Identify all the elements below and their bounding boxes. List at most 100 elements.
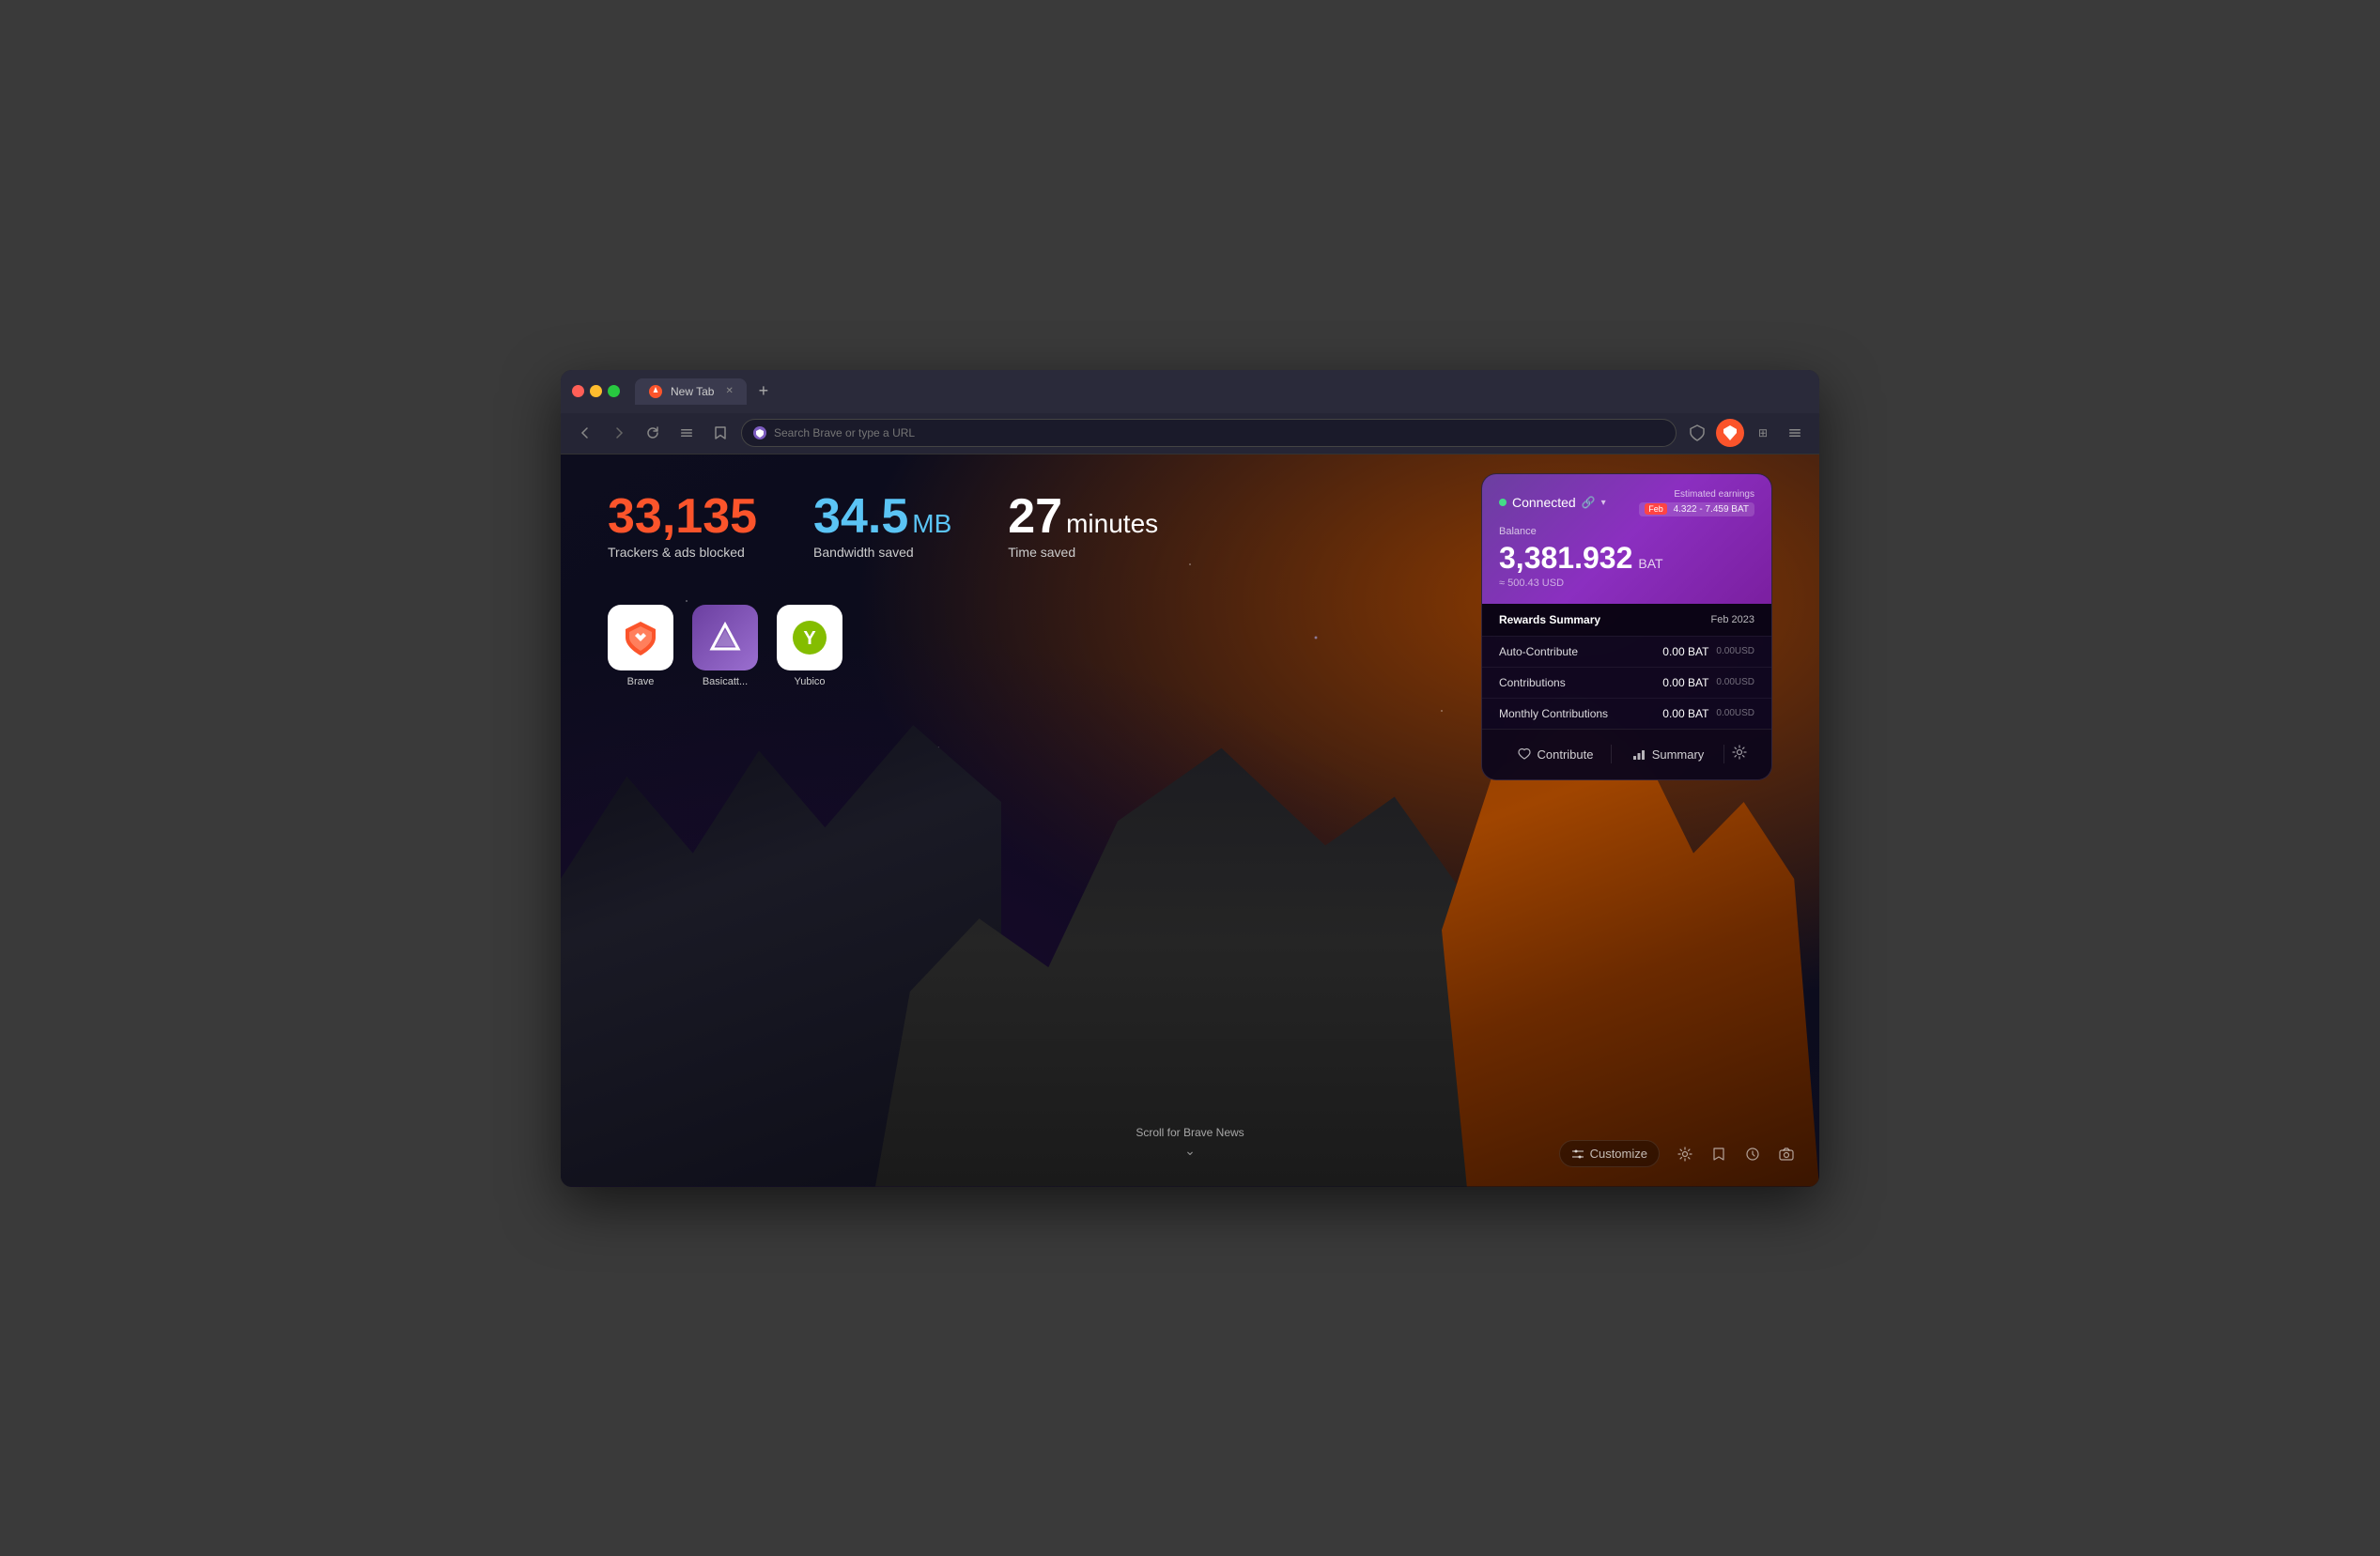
- balance-number: 3,381.932: [1499, 541, 1632, 576]
- basicatt-shortcut-icon: [692, 605, 758, 670]
- rewards-header: Connected 🔗 ▾ Estimated earnings Feb 4.3…: [1482, 474, 1771, 604]
- scroll-text: Scroll for Brave News: [1136, 1126, 1244, 1139]
- monthly-bat: 0.00 BAT: [1662, 707, 1708, 720]
- summary-title: Rewards Summary: [1499, 613, 1600, 626]
- heart-icon: [1517, 747, 1532, 762]
- minimize-button[interactable]: [590, 385, 602, 397]
- connected-dot: [1499, 499, 1507, 506]
- balance-label: Balance: [1499, 526, 1754, 537]
- menu-icon[interactable]: [1782, 420, 1808, 446]
- settings-button[interactable]: [1724, 741, 1754, 768]
- trackers-stat: 33,135 Trackers & ads blocked: [608, 492, 757, 560]
- auto-contribute-usd: 0.00USD: [1716, 646, 1754, 656]
- customize-label: Customize: [1590, 1147, 1647, 1161]
- trackers-number: 33,135: [608, 492, 757, 541]
- forward-button[interactable]: [606, 420, 632, 446]
- rewards-top-row: Connected 🔗 ▾ Estimated earnings Feb 4.3…: [1499, 489, 1754, 516]
- summary-button[interactable]: Summary: [1612, 743, 1723, 765]
- rewards-actions: Contribute Summary: [1482, 729, 1771, 779]
- time-label: Time saved: [1008, 545, 1158, 560]
- brave-shortcut-icon: [608, 605, 673, 670]
- bookmark-button[interactable]: [707, 420, 734, 446]
- customize-bar: Customize: [1559, 1140, 1800, 1168]
- contributions-label: Contributions: [1499, 676, 1566, 689]
- time-number: 27minutes: [1008, 492, 1158, 541]
- bookmarks-bottom-icon[interactable]: [1705, 1140, 1733, 1168]
- estimated-label: Estimated earnings: [1639, 489, 1754, 500]
- summary-period: Feb 2023: [1711, 614, 1754, 625]
- contributions-usd: 0.00USD: [1716, 677, 1754, 687]
- connected-label: Connected: [1512, 495, 1576, 510]
- summary-header: Rewards Summary Feb 2023: [1482, 604, 1771, 636]
- main-content: 33,135 Trackers & ads blocked 34.5MB Ban…: [561, 454, 1819, 1187]
- bandwidth-label: Bandwidth saved: [813, 545, 951, 560]
- contributions-bat: 0.00 BAT: [1662, 676, 1708, 689]
- tab-favicon-icon: [648, 384, 663, 399]
- monthly-values: 0.00 BAT 0.00USD: [1662, 707, 1754, 720]
- close-button[interactable]: [572, 385, 584, 397]
- history-bottom-icon[interactable]: [1739, 1140, 1767, 1168]
- hamburger-button[interactable]: [673, 420, 700, 446]
- connected-badge[interactable]: Connected 🔗 ▾: [1499, 495, 1606, 510]
- auto-contribute-label: Auto-Contribute: [1499, 645, 1578, 658]
- toolbar: ⊞: [561, 413, 1819, 454]
- hamburger-icon: [680, 426, 693, 439]
- bookmark-icon: [715, 426, 726, 439]
- auto-contribute-values: 0.00 BAT 0.00USD: [1662, 645, 1754, 658]
- tab-close-icon[interactable]: ✕: [725, 386, 733, 396]
- svg-text:Y: Y: [803, 628, 816, 649]
- scroll-hint: Scroll for Brave News ⌄: [1136, 1126, 1244, 1159]
- balance-usd: ≈ 500.43 USD: [1499, 578, 1754, 589]
- contribute-label: Contribute: [1538, 747, 1594, 762]
- monthly-contributions-row: Monthly Contributions 0.00 BAT 0.00USD: [1482, 698, 1771, 729]
- balance-section: Balance 3,381.932 BAT ≈ 500.43 USD: [1499, 526, 1754, 589]
- address-bar[interactable]: [741, 419, 1677, 447]
- customize-button[interactable]: Customize: [1559, 1140, 1660, 1167]
- back-icon: [579, 426, 592, 439]
- yubico-shortcut-label: Yubico: [794, 676, 825, 687]
- rewards-summary: Rewards Summary Feb 2023 Auto-Contribute…: [1482, 604, 1771, 729]
- monthly-label: Monthly Contributions: [1499, 707, 1608, 720]
- brave-shortcut-label: Brave: [627, 676, 655, 687]
- shield-icon[interactable]: [1684, 420, 1710, 446]
- summary-label: Summary: [1652, 747, 1705, 762]
- refresh-icon: [646, 426, 659, 439]
- bandwidth-stat: 34.5MB Bandwidth saved: [813, 492, 951, 560]
- active-tab[interactable]: New Tab ✕: [635, 378, 747, 405]
- refresh-button[interactable]: [640, 420, 666, 446]
- time-stat: 27minutes Time saved: [1008, 492, 1158, 560]
- shortcut-basicatt[interactable]: Basicatt...: [692, 605, 758, 687]
- trackers-label: Trackers & ads blocked: [608, 545, 757, 560]
- shortcuts-bar: Brave Basicatt... Y Yubic: [608, 605, 842, 687]
- brave-rewards-button[interactable]: [1716, 419, 1744, 447]
- bottom-icons: [1671, 1140, 1800, 1168]
- chart-icon: [1631, 747, 1646, 762]
- chevron-down-icon: ▾: [1601, 498, 1606, 508]
- maximize-button[interactable]: [608, 385, 620, 397]
- brave-shield-icon: [753, 426, 766, 439]
- extension-icon[interactable]: ⊞: [1750, 420, 1776, 446]
- earnings-badge: Feb 4.322 - 7.459 BAT: [1639, 502, 1754, 516]
- new-tab-button[interactable]: +: [750, 378, 777, 405]
- balance-amount: 3,381.932 BAT: [1499, 541, 1754, 576]
- shortcut-brave[interactable]: Brave: [608, 605, 673, 687]
- shortcut-yubico[interactable]: Y Yubico: [777, 605, 842, 687]
- traffic-lights: [572, 385, 620, 397]
- estimated-earnings: Estimated earnings Feb 4.322 - 7.459 BAT: [1639, 489, 1754, 516]
- stats-grid: 33,135 Trackers & ads blocked 34.5MB Ban…: [608, 492, 1158, 560]
- auto-contribute-bat: 0.00 BAT: [1662, 645, 1708, 658]
- tab-title: New Tab: [671, 385, 714, 398]
- sliders-icon: [1571, 1148, 1584, 1161]
- camera-bottom-icon[interactable]: [1772, 1140, 1800, 1168]
- rewards-panel: Connected 🔗 ▾ Estimated earnings Feb 4.3…: [1481, 473, 1772, 780]
- auto-contribute-row: Auto-Contribute 0.00 BAT 0.00USD: [1482, 636, 1771, 667]
- link-icon: 🔗: [1582, 496, 1596, 509]
- tab-area: New Tab ✕ +: [635, 378, 1808, 405]
- back-button[interactable]: [572, 420, 598, 446]
- contribute-button[interactable]: Contribute: [1499, 743, 1611, 765]
- settings-bottom-icon[interactable]: [1671, 1140, 1699, 1168]
- stats-panel: 33,135 Trackers & ads blocked 34.5MB Ban…: [608, 492, 1158, 560]
- earnings-period: Feb: [1645, 503, 1667, 515]
- yubico-shortcut-icon: Y: [777, 605, 842, 670]
- address-input[interactable]: [774, 426, 1664, 439]
